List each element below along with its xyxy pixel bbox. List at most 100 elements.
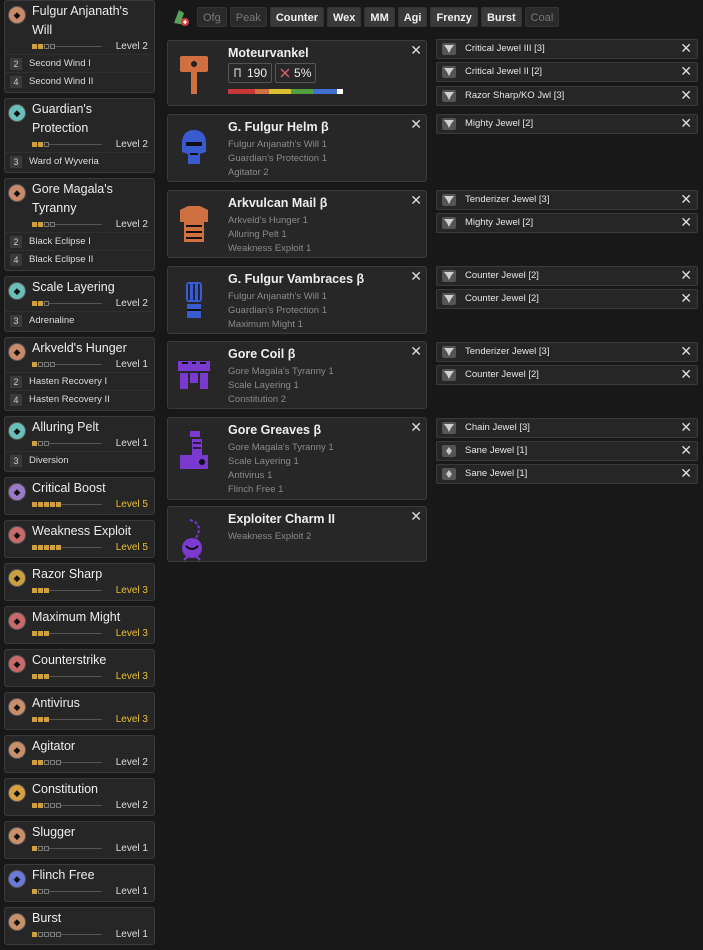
level-pip [32, 44, 37, 49]
skill-name-line: Arkveld's Hunger [32, 341, 127, 355]
skill-card-header: ◆ Burst [5, 909, 154, 931]
skill-name-line: Constitution [32, 782, 99, 796]
skill-card[interactable]: ◆ Scale Layering Level 2 3 Adrenaline [4, 276, 155, 332]
skill-card[interactable]: ◆ Fulgur Anjanath's Will Level 2 2 Second Win… [4, 0, 155, 93]
equipment-skill: Scale Layering 1 [228, 456, 299, 467]
remove-equipment-button[interactable]: ✕ [410, 343, 422, 360]
remove-jewel-button[interactable]: ✕ [680, 343, 692, 360]
skill-card[interactable]: ◆ Antivirus Level 3 [4, 692, 155, 730]
skill-card[interactable]: ◆ Razor Sharp Level 3 [4, 563, 155, 601]
decoration-slot[interactable]: Sane Jewel [1] ✕ [436, 441, 698, 461]
remove-jewel-button[interactable]: ✕ [680, 419, 692, 436]
decoration-slot[interactable]: Critical Jewel III [3] ✕ [436, 39, 698, 59]
set-bonus-icon: ◆ [8, 184, 26, 202]
equipment-card-legs[interactable]: Gore Greaves β ✕ Gore Magala's Tyranny 1 Sc… [167, 417, 427, 500]
filter-chip-frenzy[interactable]: Frenzy [430, 7, 478, 27]
skill-card[interactable]: ◆ Maximum Might Level 3 [4, 606, 155, 644]
decoration-slot[interactable]: Counter Jewel [2] ✕ [436, 289, 698, 309]
remove-jewel-button[interactable]: ✕ [680, 191, 692, 208]
filter-chip-coal[interactable]: Coal [524, 7, 560, 27]
jewel-name: Sane Jewel [1] [465, 468, 528, 479]
remove-equipment-button[interactable]: ✕ [410, 268, 422, 285]
skill-card-header: ◆ Flinch Free [5, 866, 154, 888]
equipment-card-chest[interactable]: Arkvulcan Mail β ✕ Arkveld's Hunger 1 Allur… [167, 190, 427, 258]
app-logo-icon[interactable] [170, 6, 192, 28]
remove-jewel-button[interactable]: ✕ [680, 366, 692, 383]
equipment-skill: Fulgur Anjanath's Will 1 [228, 139, 327, 150]
skill-level-row: Level 2 [32, 218, 154, 232]
skill-card[interactable]: ◆ Burst Level 1 [4, 907, 155, 945]
decoration-slot[interactable]: Razor Sharp/KO Jwl [3] ✕ [436, 86, 698, 106]
skill-card[interactable]: ◆ Agitator Level 2 [4, 735, 155, 773]
skill-name-line: Burst [32, 911, 62, 925]
decoration-slot[interactable]: Counter Jewel [2] ✕ [436, 365, 698, 385]
filter-chip-ofg[interactable]: Ofg [197, 7, 227, 27]
decoration-slot[interactable]: Mighty Jewel [2] ✕ [436, 213, 698, 233]
equipment-card-charm[interactable]: Exploiter Charm II ✕ Weakness Exploit 2 [167, 506, 427, 562]
skill-card[interactable]: ◆ Guardian's Protection Level 2 3 Ward of Wyv… [4, 98, 155, 173]
set-bonus-piece-count: 2 [10, 57, 22, 70]
skill-card[interactable]: ◆ Flinch Free Level 1 [4, 864, 155, 902]
level-pip [38, 932, 43, 937]
equipment-skill: Flinch Free 1 [228, 484, 284, 495]
remove-jewel-button[interactable]: ✕ [680, 290, 692, 307]
filter-chip-burst[interactable]: Burst [480, 7, 522, 27]
decoration-slot[interactable]: Sane Jewel [1] ✕ [436, 464, 698, 484]
remove-equipment-button[interactable]: ✕ [410, 419, 422, 436]
skill-card[interactable]: ◆ Counterstrike Level 3 [4, 649, 155, 687]
level-pip [50, 932, 55, 937]
equipment-card-head[interactable]: G. Fulgur Helm β ✕ Fulgur Anjanath's Will … [167, 114, 427, 182]
decoration-slot[interactable]: Chain Jewel [3] ✕ [436, 418, 698, 438]
remove-jewel-button[interactable]: ✕ [680, 40, 692, 57]
skill-level-row: Level 1 [32, 928, 154, 942]
level-pips [32, 760, 61, 765]
skill-level-row: Level 1 [32, 358, 154, 372]
set-bonus-label: Ward of Wyveria [29, 156, 99, 167]
remove-jewel-button[interactable]: ✕ [680, 63, 692, 80]
filter-chip-peak[interactable]: Peak [229, 7, 267, 27]
skill-card[interactable]: ◆ Weakness Exploit Level 5 [4, 520, 155, 558]
skill-card[interactable]: ◆ Critical Boost Level 5 [4, 477, 155, 515]
skill-name-line: Agitator [32, 739, 76, 753]
level-pip [44, 889, 49, 894]
filter-chip-counter[interactable]: Counter [269, 7, 324, 27]
remove-jewel-button[interactable]: ✕ [680, 87, 692, 104]
filter-chip-mm[interactable]: MM [364, 7, 395, 27]
filter-chip-wex[interactable]: Wex [326, 7, 362, 27]
skill-card[interactable]: ◆ Constitution Level 2 [4, 778, 155, 816]
skill-card[interactable]: ◆ Gore Magala's Tyranny Level 2 2 Black Eclip… [4, 178, 155, 271]
skill-card-header: ◆ Antivirus [5, 694, 154, 716]
skill-name-line: Alluring Pelt [32, 420, 99, 434]
skill-card[interactable]: ◆ Arkveld's Hunger Level 1 2 Hasten Recovery… [4, 337, 155, 411]
decoration-slot[interactable]: Tenderizer Jewel [3] ✕ [436, 342, 698, 362]
decoration-slot[interactable]: Tenderizer Jewel [3] ✕ [436, 190, 698, 210]
level-pip [50, 362, 55, 367]
remove-equipment-button[interactable]: ✕ [410, 508, 422, 525]
decoration-slot[interactable]: Mighty Jewel [2] ✕ [436, 114, 698, 134]
set-bonus-row: 2 Black Eclipse I [5, 232, 154, 250]
equipment-card-arms[interactable]: G. Fulgur Vambraces β ✕ Fulgur Anjanath's … [167, 266, 427, 334]
skill-level-row: Level 3 [32, 584, 154, 598]
remove-jewel-button[interactable]: ✕ [680, 115, 692, 132]
filter-chip-agi[interactable]: Agi [397, 7, 428, 27]
jewel-icon [441, 369, 456, 381]
decoration-slot[interactable]: Critical Jewel II [2] ✕ [436, 62, 698, 82]
remove-jewel-button[interactable]: ✕ [680, 465, 692, 482]
remove-jewel-button[interactable]: ✕ [680, 442, 692, 459]
skill-name: Constitution [32, 780, 150, 799]
remove-equipment-button[interactable]: ✕ [410, 116, 422, 133]
remove-equipment-button[interactable]: ✕ [410, 192, 422, 209]
equipment-card-waist[interactable]: Gore Coil β ✕ Gore Magala's Tyranny 1 Scale… [167, 341, 427, 409]
level-pip [32, 441, 37, 446]
remove-equipment-button[interactable]: ✕ [410, 42, 422, 59]
constitution-icon: ◆ [8, 784, 26, 802]
skill-card[interactable]: ◆ Alluring Pelt Level 1 3 Diversion [4, 416, 155, 472]
jewel-icon [441, 90, 456, 102]
skill-card[interactable]: ◆ Slugger Level 1 [4, 821, 155, 859]
equipment-card-weapon[interactable]: Moteurvankel ✕ 190 5% [167, 40, 427, 106]
remove-jewel-button[interactable]: ✕ [680, 214, 692, 231]
remove-jewel-button[interactable]: ✕ [680, 267, 692, 284]
decoration-slot[interactable]: Counter Jewel [2] ✕ [436, 266, 698, 286]
set-bonus-row: 4 Hasten Recovery II [5, 390, 154, 408]
skill-card-header: ◆ Razor Sharp [5, 565, 154, 587]
